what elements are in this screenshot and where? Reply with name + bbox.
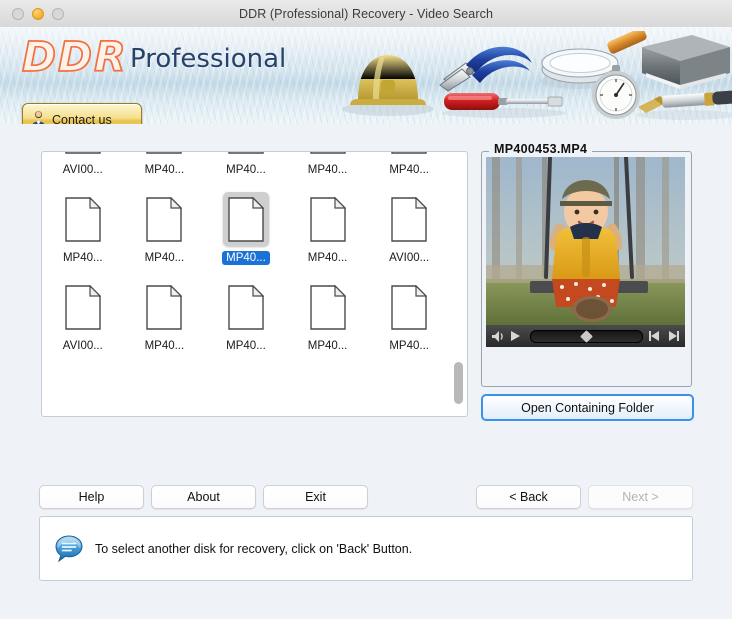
scrubber-handle[interactable]	[580, 329, 593, 343]
document-icon	[141, 152, 187, 158]
play-icon[interactable]	[510, 330, 521, 342]
scrollbar-thumb[interactable]	[454, 362, 463, 404]
file-label: MP40...	[389, 340, 429, 352]
open-containing-folder-button[interactable]: Open Containing Folder	[481, 394, 694, 421]
fountain-pen-icon	[636, 90, 732, 120]
file-row: MP40... MP40... MP40... MP40... AVI00...	[42, 186, 450, 274]
file-item[interactable]: MP40...	[46, 186, 120, 274]
file-label: AVI00...	[62, 164, 103, 176]
document-icon	[305, 280, 351, 334]
file-label: MP40...	[307, 252, 348, 264]
status-bar: To select another disk for recovery, cli…	[39, 516, 693, 581]
screwdriver-icon	[442, 93, 566, 118]
professional-logo: Professional	[130, 44, 287, 74]
tool-icons-group	[342, 31, 732, 120]
file-item[interactable]: MP40...	[128, 152, 202, 186]
person-icon	[32, 111, 45, 124]
preview-filename: MP400453.MP4	[489, 142, 593, 156]
scrubber-track[interactable]	[530, 329, 643, 343]
main-content: AVI00... MP40... MP40... MP40... MP40...…	[0, 124, 732, 619]
document-icon	[386, 192, 432, 246]
step-back-icon[interactable]	[648, 330, 662, 342]
ddr-logo: DDR	[21, 32, 128, 82]
video-preview[interactable]	[486, 157, 685, 347]
document-icon	[305, 192, 351, 246]
next-button: Next >	[588, 485, 693, 509]
file-label: MP40...	[307, 340, 348, 352]
file-label: MP40...	[226, 340, 266, 352]
document-icon	[60, 192, 106, 246]
file-item[interactable]: MP40...	[128, 186, 202, 274]
status-message: To select another disk for recovery, cli…	[95, 541, 413, 556]
file-item[interactable]: MP40...	[209, 274, 283, 362]
file-item[interactable]: MP40...	[291, 152, 365, 186]
volume-icon[interactable]	[491, 330, 506, 343]
file-label: MP40...	[389, 164, 429, 176]
file-label: MP40...	[222, 251, 270, 265]
app-window: DDR (Professional) Recovery - Video Sear…	[0, 0, 732, 619]
title-bar: DDR (Professional) Recovery - Video Sear…	[0, 0, 732, 28]
file-list-scrollbar[interactable]	[454, 156, 463, 412]
file-item[interactable]: MP40...	[291, 274, 365, 362]
file-item[interactable]: MP40...	[372, 274, 446, 362]
file-item[interactable]: MP40...	[291, 186, 365, 274]
document-icon	[60, 280, 106, 334]
step-forward-icon[interactable]	[666, 330, 680, 342]
document-icon	[223, 280, 269, 334]
file-grid: AVI00... MP40... MP40... MP40... MP40...…	[42, 152, 450, 362]
file-label: MP40...	[62, 252, 103, 264]
document-icon	[305, 152, 351, 158]
video-thumbnail	[486, 157, 685, 325]
exit-button[interactable]: Exit	[263, 485, 368, 509]
file-item[interactable]: MP40...	[372, 152, 446, 186]
book-icon	[642, 35, 730, 89]
pliers-icon	[439, 46, 532, 92]
close-button[interactable]	[12, 7, 24, 20]
file-row: AVI00... MP40... MP40... MP40... MP40...	[42, 274, 450, 362]
document-icon	[222, 192, 269, 246]
file-label: AVI00...	[62, 340, 103, 352]
file-row: AVI00... MP40... MP40... MP40... MP40...	[42, 152, 450, 186]
file-item[interactable]: MP40...	[128, 274, 202, 362]
file-list-panel[interactable]: AVI00... MP40... MP40... MP40... MP40...…	[41, 151, 468, 417]
app-banner: DDR Professional Contact us	[0, 27, 732, 125]
help-button[interactable]: Help	[39, 485, 144, 509]
file-label: MP40...	[307, 164, 348, 176]
contact-us-button[interactable]: Contact us	[22, 103, 142, 124]
hard-hat-icon	[342, 55, 434, 116]
zoom-button[interactable]	[52, 7, 64, 20]
window-title: DDR (Professional) Recovery - Video Sear…	[238, 6, 494, 21]
document-icon	[386, 280, 432, 334]
minimize-button[interactable]	[32, 7, 44, 20]
document-icon	[223, 152, 269, 158]
file-label: MP40...	[226, 164, 266, 176]
document-icon	[60, 152, 106, 158]
file-label: MP40...	[144, 252, 185, 264]
back-button[interactable]: < Back	[476, 485, 581, 509]
document-icon	[141, 192, 187, 246]
file-item[interactable]: MP40...	[209, 152, 283, 186]
document-icon	[386, 152, 432, 158]
file-item[interactable]: AVI00...	[372, 186, 446, 274]
about-button[interactable]: About	[151, 485, 256, 509]
document-icon	[141, 280, 187, 334]
file-item[interactable]: AVI00...	[46, 274, 120, 362]
file-item-selected[interactable]: MP40...	[209, 186, 283, 274]
file-item[interactable]: AVI00...	[46, 152, 120, 186]
video-controls	[486, 325, 685, 347]
window-controls	[12, 0, 64, 27]
file-label: MP40...	[144, 164, 185, 176]
file-label: MP40...	[144, 340, 185, 352]
info-bubble-icon	[55, 534, 83, 562]
file-label: AVI00...	[389, 252, 430, 264]
